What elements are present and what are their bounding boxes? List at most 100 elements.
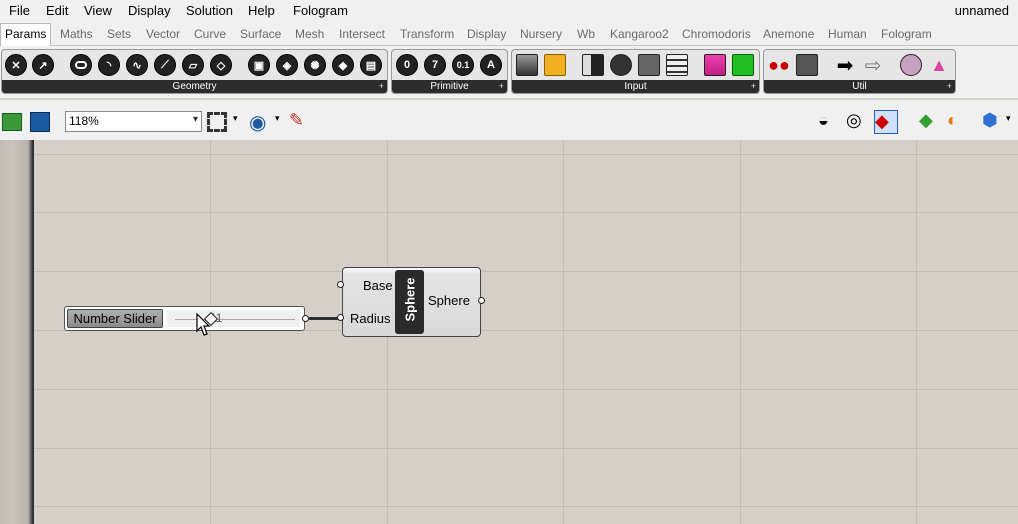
menu-display[interactable]: Display — [128, 3, 171, 18]
display-mode-dropdown-icon[interactable]: ▾ — [1006, 110, 1016, 134]
number-param-icon[interactable]: 0.1 — [451, 53, 475, 77]
tab-maths[interactable]: Maths — [60, 27, 93, 41]
tab-fologram[interactable]: Fologram — [881, 27, 932, 41]
preview-wireframe-icon[interactable]: ◒ — [818, 110, 842, 134]
preview-selected-icon[interactable]: ◆ — [874, 110, 898, 134]
util-panel-expand-icon[interactable]: + — [947, 80, 952, 93]
tab-anemone[interactable]: Anemone — [763, 27, 814, 41]
menu-fologram[interactable]: Fologram — [293, 3, 348, 18]
boolean-param-icon[interactable]: 0 — [395, 53, 419, 77]
number-slider-output-grip[interactable] — [302, 315, 309, 322]
value-list-icon[interactable] — [665, 53, 689, 77]
zoom-extents-dropdown-icon[interactable]: ▾ — [233, 110, 243, 134]
tab-transform[interactable]: Transform — [400, 27, 454, 41]
geometry-param-icon[interactable]: ▤ — [359, 53, 383, 77]
tab-display[interactable]: Display — [467, 27, 506, 41]
display-mode-icon[interactable]: ⬢ — [982, 110, 1006, 134]
data-dam-arrow-icon[interactable]: ➡ — [833, 53, 857, 77]
grasshopper-window: File Edit View Display Solution Help Fol… — [0, 0, 1018, 524]
tab-chromodoris[interactable]: Chromodoris — [682, 27, 751, 41]
zoom-select[interactable]: 118% ▾ — [65, 111, 202, 132]
integer-param-icon[interactable]: 7 — [423, 53, 447, 77]
sphere-component[interactable]: Base Radius Sphere Sphere — [342, 267, 481, 337]
number-slider[interactable]: Number Slider 11 — [64, 306, 305, 331]
input-panel: Input + — [511, 49, 760, 94]
line-param-icon[interactable]: ⟋ — [153, 53, 177, 77]
primitive-panel-expand-icon[interactable]: + — [499, 80, 504, 93]
rectangle-param-icon[interactable]: ◇ — [209, 53, 233, 77]
sphere-output-sphere: Sphere — [428, 293, 470, 308]
preview-color-icon[interactable]: ◐ — [947, 110, 971, 134]
zoom-value: 118% — [69, 114, 99, 128]
primitive-panel: 0 7 0.1 A Primitive + — [391, 49, 508, 94]
menu-edit[interactable]: Edit — [46, 3, 68, 18]
circle-param-icon[interactable] — [69, 53, 93, 77]
relay-arrow-icon[interactable]: ⇨ — [861, 53, 885, 77]
sphere-input-radius: Radius — [350, 311, 391, 326]
sphere-input-base-grip[interactable] — [337, 281, 344, 288]
geometry-panel-title: Geometry — [172, 81, 217, 92]
tab-curve[interactable]: Curve — [194, 27, 226, 41]
flask-icon[interactable]: ▲ — [927, 53, 951, 77]
eye-dropdown-icon[interactable]: ▾ — [275, 110, 285, 134]
tree-icon[interactable] — [795, 53, 819, 77]
curve-param-icon[interactable]: ∿ — [125, 53, 149, 77]
component-tab-bar: Params Maths Sets Vector Curve Surface M… — [0, 22, 1018, 46]
point-param-icon[interactable]: ✕ — [4, 53, 28, 77]
util-panel: ●● ➡ ⇨ ▲ Util + — [763, 49, 956, 94]
button-icon[interactable] — [609, 53, 633, 77]
canvas-left-edge — [0, 140, 34, 524]
brep-param-icon[interactable]: ◆ — [331, 53, 355, 77]
slider-icon[interactable] — [637, 53, 661, 77]
fitness-icon[interactable] — [899, 53, 923, 77]
tab-surface[interactable]: Surface — [240, 27, 281, 41]
import-icon[interactable] — [515, 53, 539, 77]
tab-nursery[interactable]: Nursery — [520, 27, 562, 41]
menu-bar: File Edit View Display Solution Help Fol… — [0, 0, 1018, 22]
sphere-input-radius-grip[interactable] — [337, 314, 344, 321]
tab-human[interactable]: Human — [828, 27, 867, 41]
sphere-output-grip[interactable] — [478, 297, 485, 304]
zoom-extents-icon[interactable] — [207, 110, 231, 134]
tab-wb[interactable]: Wb — [577, 27, 595, 41]
menu-help[interactable]: Help — [248, 3, 275, 18]
graph-mapper-icon[interactable] — [543, 53, 567, 77]
arc-param-icon[interactable]: ◝ — [97, 53, 121, 77]
geometry-panel: ✕ ↗ ◝ ∿ ⟋ ▱ ◇ ▣ ◈ ✺ ◆ ▤ Geometry + — [1, 49, 388, 94]
open-file-icon[interactable] — [2, 110, 26, 134]
geometry-panel-expand-icon[interactable]: + — [379, 80, 384, 93]
tab-vector[interactable]: Vector — [146, 27, 180, 41]
toggle-icon[interactable] — [581, 53, 605, 77]
gradient-icon[interactable] — [703, 53, 727, 77]
menu-view[interactable]: View — [84, 3, 112, 18]
surface-param-icon[interactable]: ◈ — [275, 53, 299, 77]
tab-kangaroo2[interactable]: Kangaroo2 — [610, 27, 669, 41]
number-slider-label: Number Slider — [67, 309, 163, 328]
plane-param-icon[interactable]: ▱ — [181, 53, 205, 77]
input-panel-title: Input — [624, 81, 647, 92]
tab-mesh[interactable]: Mesh — [295, 27, 324, 41]
sphere-input-base: Base — [363, 278, 393, 293]
preview-shaded-icon[interactable]: ◎ — [846, 110, 870, 134]
vector-param-icon[interactable]: ↗ — [31, 53, 55, 77]
menu-file[interactable]: File — [9, 3, 30, 18]
mouse-cursor-icon — [196, 313, 211, 336]
input-panel-expand-icon[interactable]: + — [751, 80, 756, 93]
mesh-param-icon[interactable]: ✺ — [303, 53, 327, 77]
sphere-component-name: Sphere — [395, 270, 424, 334]
canvas[interactable]: Number Slider 11 Base Radius Sphere Sphe… — [0, 140, 1018, 524]
colour-swatch-icon[interactable] — [731, 53, 755, 77]
chevron-down-icon: ▾ — [192, 114, 198, 125]
box-param-icon[interactable]: ▣ — [247, 53, 271, 77]
tab-sets[interactable]: Sets — [107, 27, 131, 41]
tab-params[interactable]: Params — [0, 23, 52, 46]
cherry-icon[interactable]: ●● — [767, 53, 791, 77]
sketch-pen-icon[interactable]: ✎ — [289, 110, 313, 134]
menu-solution[interactable]: Solution — [186, 3, 233, 18]
tab-intersect[interactable]: Intersect — [339, 27, 385, 41]
preview-mesh-icon[interactable]: ◆ — [919, 110, 943, 134]
eye-icon[interactable]: ◉ — [249, 110, 273, 134]
canvas-toolbar: 118% ▾ ▾ ◉ ▾ ✎ ◒ ◎ ◆ ◆ ◐ ⬢ ▾ — [0, 100, 1018, 140]
save-file-icon[interactable] — [30, 110, 54, 134]
text-param-icon[interactable]: A — [479, 53, 503, 77]
